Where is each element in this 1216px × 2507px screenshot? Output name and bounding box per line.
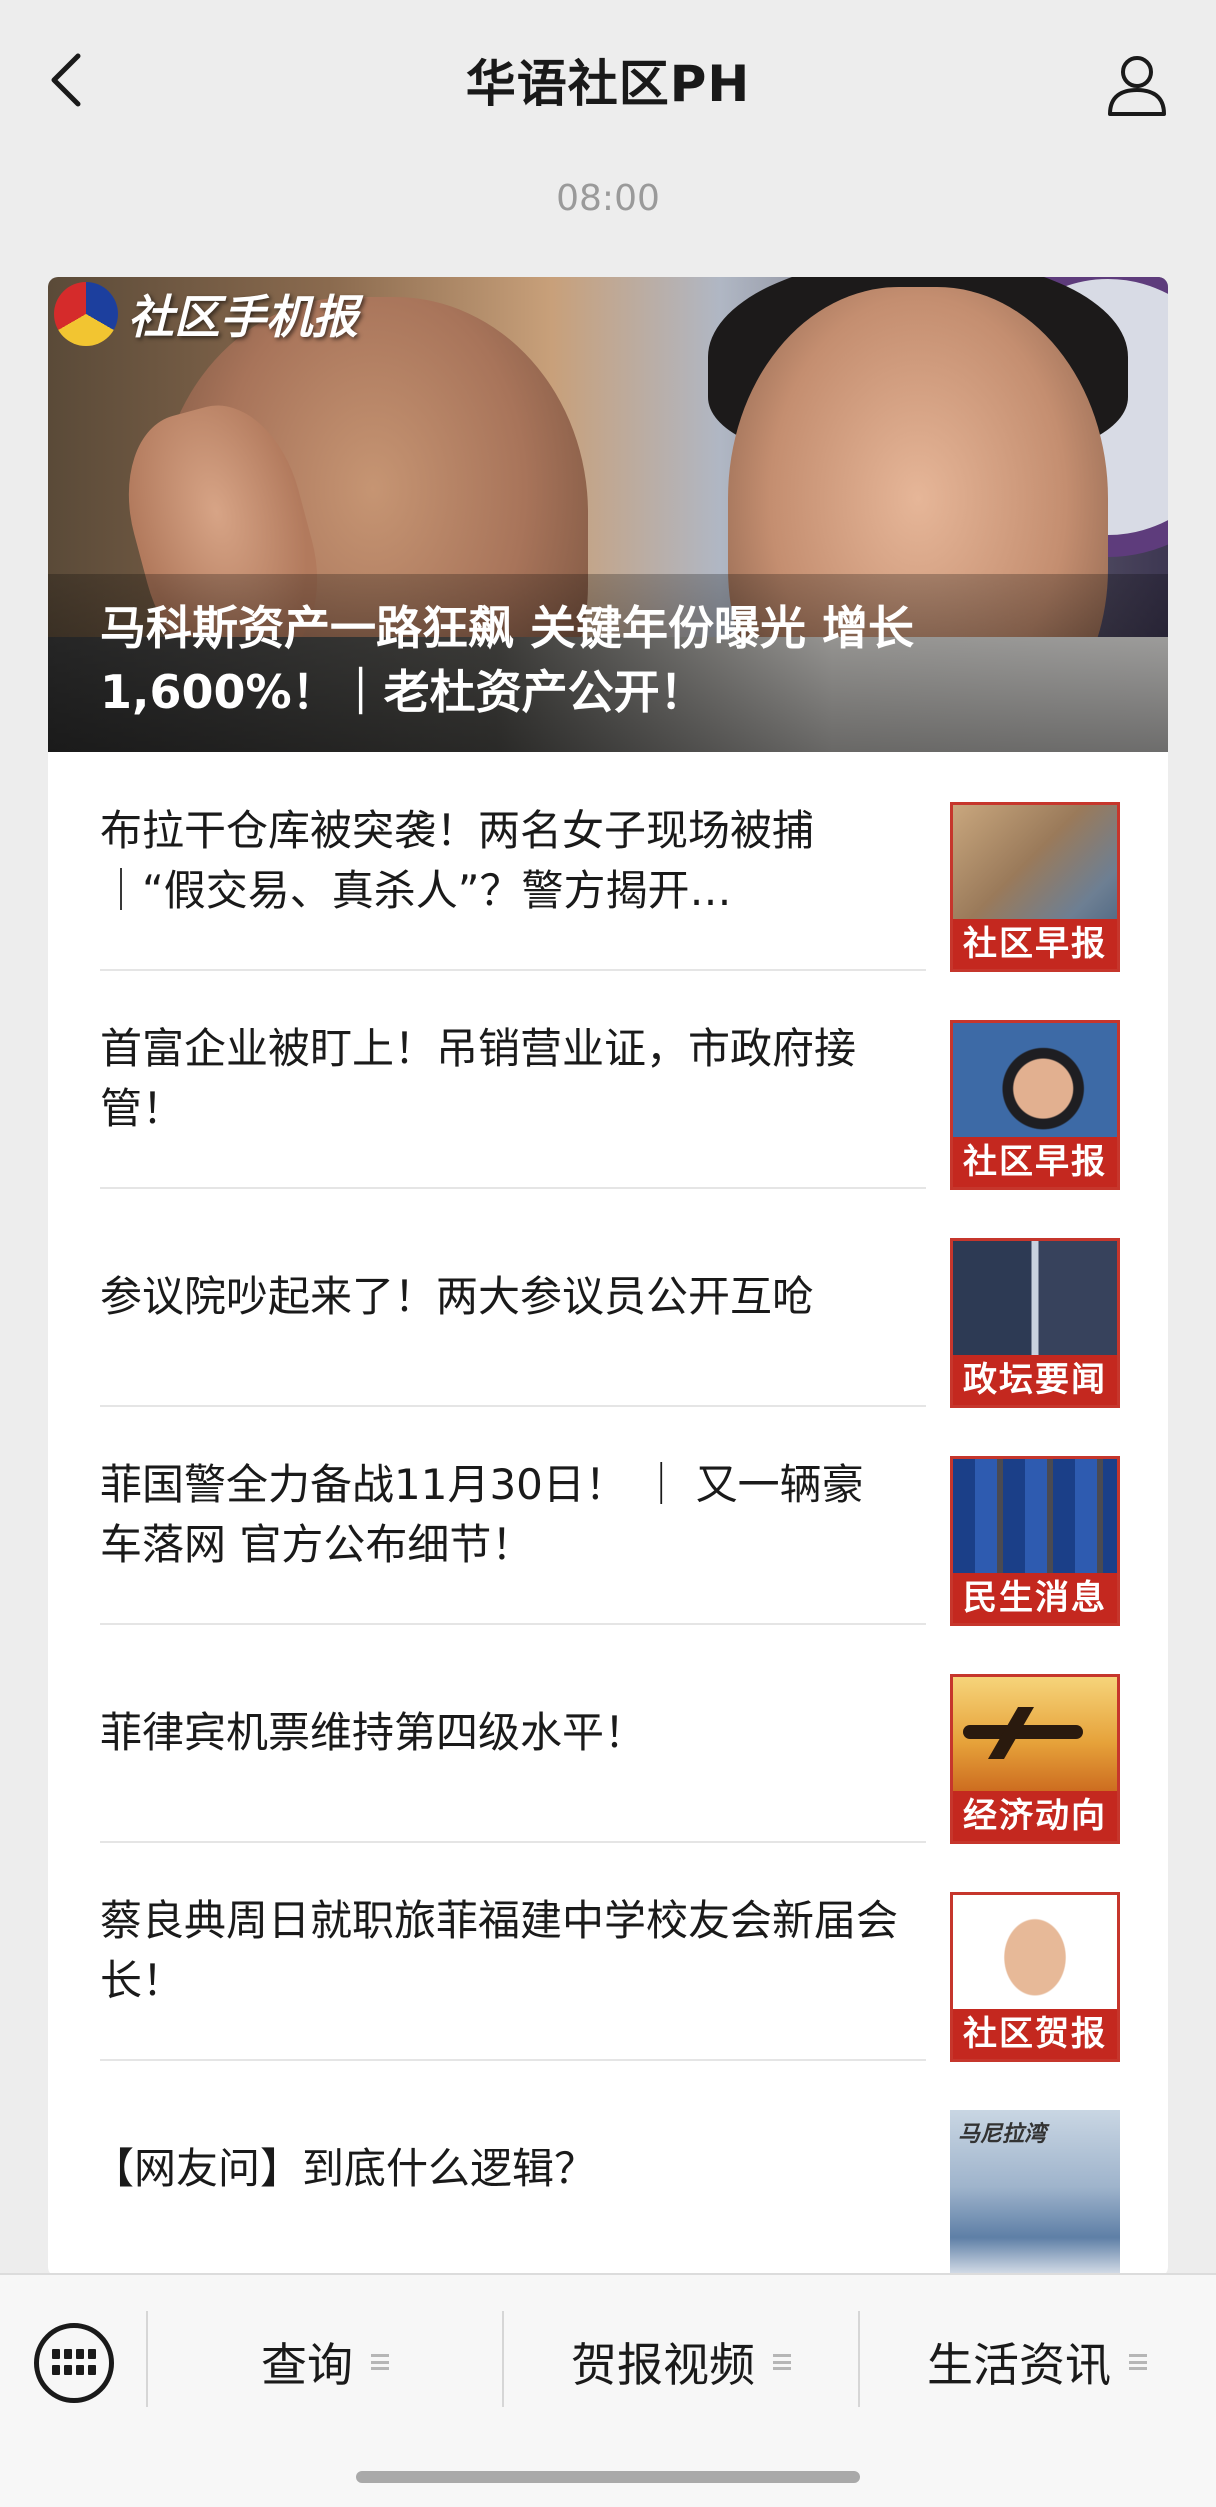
submenu-icon xyxy=(371,2354,389,2370)
article-title[interactable]: 蔡良典周日就职旅菲福建中学校友会新届会长！ xyxy=(100,1891,900,2011)
list-item[interactable]: 菲国警全力备战11月30日！ ｜ 又一辆豪车落网 官方公布细节！ 民生消息 xyxy=(48,1406,1168,1626)
thumbnail-tag: 社区早报 xyxy=(953,919,1117,969)
thumbnail-tag: 政坛要闻 xyxy=(953,1355,1117,1405)
article-thumbnail[interactable]: 马尼拉湾 xyxy=(950,2110,1120,2277)
menu-item-query[interactable]: 查询 xyxy=(148,2317,502,2407)
article-thumbnail[interactable]: 社区贺报 xyxy=(950,1892,1120,2062)
list-item[interactable]: 参议院吵起来了！两大参议员公开互呛 政坛要闻 xyxy=(48,1188,1168,1408)
thumbnail-tag: 经济动向 xyxy=(953,1791,1117,1841)
list-item[interactable]: 首富企业被盯上！吊销营业证，市政府接管！ 社区早报 xyxy=(48,970,1168,1190)
hero-article[interactable]: 社区手机报 马科斯资产一路狂飙 关键年份曝光 增长1,600%！｜老杜资产公开！ xyxy=(48,277,1168,752)
brand-logo-icon xyxy=(54,282,118,346)
keyboard-icon[interactable] xyxy=(34,2323,114,2403)
article-title[interactable]: 菲国警全力备战11月30日！ ｜ 又一辆豪车落网 官方公布细节！ xyxy=(100,1455,900,1575)
article-title[interactable]: 菲律宾机票维持第四级水平！ xyxy=(100,1703,900,1763)
brand-logo: 社区手机报 xyxy=(54,281,358,347)
article-thumbnail[interactable]: 社区早报 xyxy=(950,802,1120,972)
submenu-icon xyxy=(1129,2354,1147,2370)
menu-item-video[interactable]: 贺报视频 xyxy=(504,2317,858,2407)
list-item[interactable]: 【网友问】到底什么逻辑？ 马尼拉湾 xyxy=(48,2060,1168,2277)
list-item[interactable]: 布拉干仓库被突袭！两名女子现场被捕 ｜“假交易、真杀人”？警方揭开… 社区早报 xyxy=(48,752,1168,972)
article-title[interactable]: 首富企业被盯上！吊销营业证，市政府接管！ xyxy=(100,1019,900,1139)
article-thumbnail[interactable]: 社区早报 xyxy=(950,1020,1120,1190)
hero-headline[interactable]: 马科斯资产一路狂飙 关键年份曝光 增长1,600%！｜老杜资产公开！ xyxy=(100,596,1100,724)
bottom-menu-bar: 查询 贺报视频 生活资讯 xyxy=(0,2273,1216,2507)
article-title[interactable]: 【网友问】到底什么逻辑？ xyxy=(92,2139,892,2199)
message-timestamp: 08:00 xyxy=(556,178,660,219)
brand-logo-text: 社区手机报 xyxy=(128,290,358,344)
top-bar: 华语社区PH xyxy=(0,0,1216,160)
thumbnail-tag: 社区早报 xyxy=(953,1137,1117,1187)
article-thumbnail[interactable]: 政坛要闻 xyxy=(950,1238,1120,1408)
menu-item-label: 查询 xyxy=(261,2338,353,2392)
thumbnail-caption: 马尼拉湾 xyxy=(958,2122,1047,2147)
article-card: 社区手机报 马科斯资产一路狂飙 关键年份曝光 增长1,600%！｜老杜资产公开！… xyxy=(48,277,1168,2277)
airplane-icon xyxy=(963,1725,1083,1739)
submenu-icon xyxy=(773,2354,791,2370)
article-thumbnail[interactable]: 民生消息 xyxy=(950,1456,1120,1626)
home-indicator[interactable] xyxy=(356,2471,860,2483)
list-item[interactable]: 蔡良典周日就职旅菲福建中学校友会新届会长！ 社区贺报 xyxy=(48,1842,1168,2062)
menu-item-life-info[interactable]: 生活资讯 xyxy=(860,2317,1214,2407)
article-list: 布拉干仓库被突袭！两名女子现场被捕 ｜“假交易、真杀人”？警方揭开… 社区早报 … xyxy=(48,752,1168,2277)
user-profile-icon[interactable] xyxy=(1104,52,1170,118)
page-title: 华语社区PH xyxy=(465,55,751,113)
article-thumbnail[interactable]: 经济动向 xyxy=(950,1674,1120,1844)
back-chevron-icon[interactable] xyxy=(40,50,100,110)
menu-item-label: 生活资讯 xyxy=(927,2338,1111,2392)
thumbnail-tag: 社区贺报 xyxy=(953,2009,1117,2059)
menu-item-label: 贺报视频 xyxy=(571,2338,755,2392)
list-item[interactable]: 菲律宾机票维持第四级水平！ 经济动向 xyxy=(48,1624,1168,1844)
thumbnail-tag: 民生消息 xyxy=(953,1573,1117,1623)
article-title[interactable]: 参议院吵起来了！两大参议员公开互呛 xyxy=(100,1267,900,1327)
article-title[interactable]: 布拉干仓库被突袭！两名女子现场被捕 ｜“假交易、真杀人”？警方揭开… xyxy=(100,801,900,921)
